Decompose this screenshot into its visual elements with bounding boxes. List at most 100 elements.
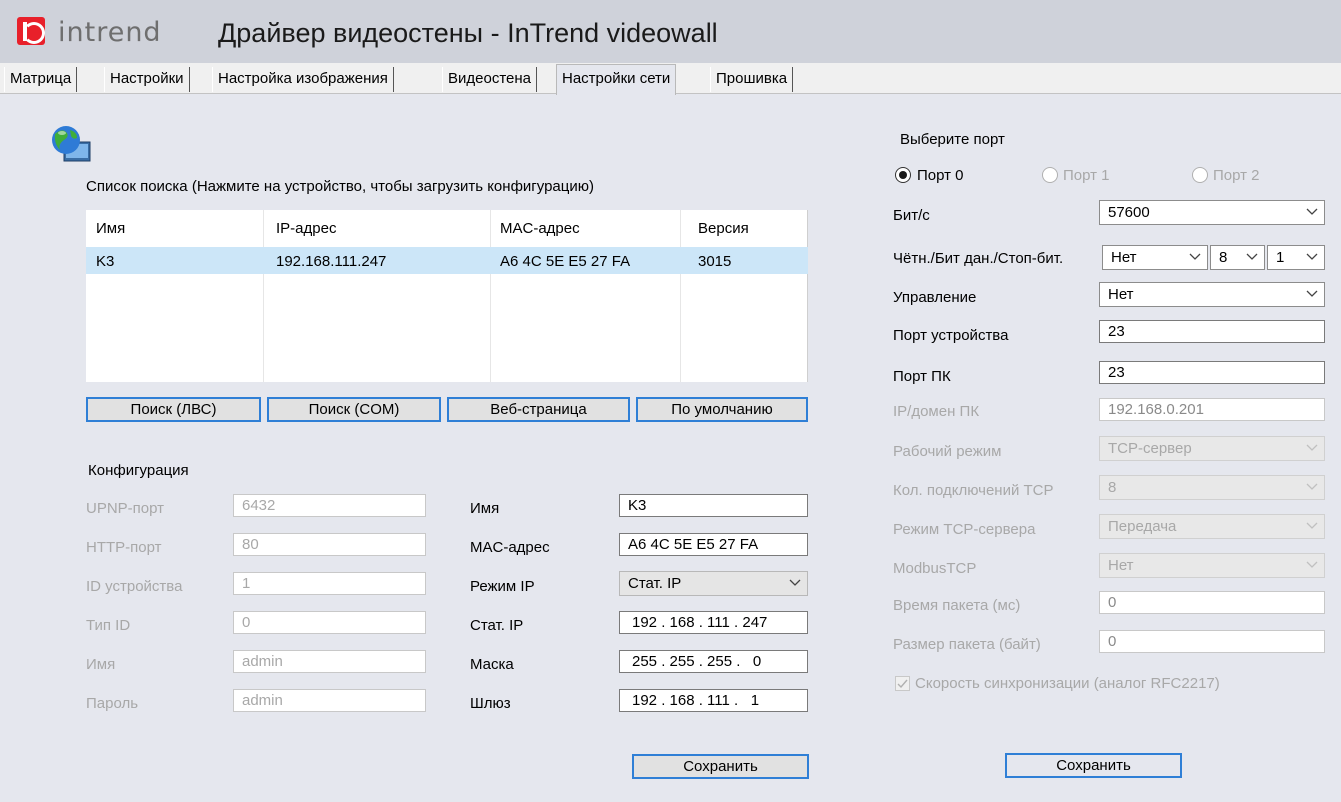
intrend-logo-icon: [17, 17, 45, 45]
column-header-version[interactable]: Версия: [698, 220, 749, 237]
parity-bits-label: Чётн./Бит дан./Стоп-бит.: [893, 250, 1064, 267]
device-port-field[interactable]: 23: [1099, 320, 1325, 343]
table-cell-name: K3: [96, 253, 115, 270]
tab-firmware[interactable]: Прошивка: [710, 67, 794, 92]
mac-address-field[interactable]: A6 4C 5E E5 27 FA: [619, 533, 808, 556]
flow-control-value: Нет: [1108, 286, 1134, 303]
ip-mode-select[interactable]: Стат. IP: [619, 571, 808, 596]
search-lan-button[interactable]: Поиск (ЛВС): [86, 397, 261, 422]
user-name-label: Имя: [86, 656, 116, 673]
tcp-connections-select[interactable]: 8: [1099, 475, 1325, 500]
port-0-label[interactable]: Порт 0: [917, 167, 964, 184]
save-network-config-button[interactable]: Сохранить: [632, 754, 809, 779]
static-ip-label: Стат. IP: [470, 617, 524, 634]
password-label: Пароль: [86, 695, 139, 712]
column-header-name[interactable]: Имя: [96, 220, 125, 237]
user-name-field[interactable]: admin: [233, 650, 426, 673]
http-port-field[interactable]: 80: [233, 533, 426, 556]
ip-mode-value: Стат. IP: [628, 575, 682, 592]
tab-bar: Матрица Настройки Настройка изображения …: [0, 63, 1341, 95]
http-port-label: HTTP-порт: [86, 539, 162, 556]
packet-size-field[interactable]: 0: [1099, 630, 1325, 653]
chevron-down-icon: [1306, 208, 1318, 216]
tab-image-settings[interactable]: Настройка изображения: [212, 67, 394, 92]
packet-time-field[interactable]: 0: [1099, 591, 1325, 614]
network-globe-icon: [52, 126, 91, 162]
port-2-radio[interactable]: [1192, 167, 1208, 183]
password-field[interactable]: admin: [233, 689, 426, 712]
tab-matrix[interactable]: Матрица: [4, 67, 78, 92]
work-mode-value: TCP-сервер: [1108, 440, 1192, 457]
port-0-radio[interactable]: [895, 167, 911, 183]
search-list-title: Список поиска (Нажмите на устройство, чт…: [86, 178, 594, 195]
checkmark-icon: [897, 679, 908, 689]
parity-value: Нет: [1111, 249, 1137, 266]
search-com-button[interactable]: Поиск (COM): [267, 397, 441, 422]
save-port-config-button[interactable]: Сохранить: [1005, 753, 1182, 778]
device-name-field[interactable]: K3: [619, 494, 808, 517]
tab-videowall[interactable]: Видеостена: [442, 67, 537, 92]
upnp-port-label: UPNP-порт: [86, 500, 165, 517]
title-bar: intrend Драйвер видеостены - InTrend vid…: [0, 0, 1341, 63]
port-1-radio[interactable]: [1042, 167, 1058, 183]
data-bits-select[interactable]: 8: [1210, 245, 1265, 270]
subnet-mask-label: Маска: [470, 656, 514, 673]
chevron-down-icon: [1306, 290, 1318, 298]
modbus-tcp-select[interactable]: Нет: [1099, 553, 1325, 578]
sync-speed-label[interactable]: Скорость синхронизации (аналог RFC2217): [915, 675, 1220, 692]
column-header-mac[interactable]: MAC-адрес: [500, 220, 580, 237]
device-name-label: Имя: [470, 500, 500, 517]
packet-size-label: Размер пакета (байт): [893, 636, 1041, 653]
config-title: Конфигурация: [88, 462, 189, 479]
pc-port-label: Порт ПК: [893, 368, 951, 385]
default-button[interactable]: По умолчанию: [636, 397, 808, 422]
subnet-mask-field[interactable]: 255 . 255 . 255 . 0: [619, 650, 808, 673]
device-id-label: ID устройства: [86, 578, 183, 595]
sync-speed-checkbox[interactable]: [895, 676, 910, 691]
port-1-label[interactable]: Порт 1: [1063, 167, 1110, 184]
packet-time-label: Время пакета (мс): [893, 597, 1021, 614]
flow-control-label: Управление: [893, 289, 977, 306]
tcp-server-mode-label: Режим TCP-сервера: [893, 521, 1036, 538]
tcp-server-mode-select[interactable]: Передача: [1099, 514, 1325, 539]
pc-ip-domain-label: IP/домен ПК: [893, 403, 980, 420]
stop-bits-value: 1: [1276, 249, 1285, 266]
tcp-connections-value: 8: [1108, 479, 1117, 496]
tcp-connections-label: Кол. подключений TCP: [893, 482, 1054, 499]
stop-bits-select[interactable]: 1: [1267, 245, 1325, 270]
work-mode-label: Рабочий режим: [893, 443, 1002, 460]
tcp-server-mode-value: Передача: [1108, 518, 1177, 535]
id-type-field[interactable]: 0: [233, 611, 426, 634]
gateway-field[interactable]: 192 . 168 . 111 . 1: [619, 689, 808, 712]
upnp-port-field[interactable]: 6432: [233, 494, 426, 517]
web-page-button[interactable]: Веб-страница: [447, 397, 630, 422]
pc-ip-domain-field[interactable]: 192.168.0.201: [1099, 398, 1325, 421]
tab-network-settings[interactable]: Настройки сети: [556, 64, 677, 95]
data-bits-value: 8: [1219, 249, 1228, 266]
parity-select[interactable]: Нет: [1102, 245, 1208, 270]
brand-name: intrend: [58, 17, 162, 48]
modbus-tcp-label: ModbusTCP: [893, 560, 977, 577]
table-cell-version: 3015: [698, 253, 732, 270]
chevron-down-icon: [1246, 253, 1258, 261]
modbus-tcp-value: Нет: [1108, 557, 1134, 574]
baud-rate-select[interactable]: 57600: [1099, 200, 1325, 225]
app-title: Драйвер видеостены - InTrend videowall: [218, 18, 718, 48]
pc-port-field[interactable]: 23: [1099, 361, 1325, 384]
gateway-label: Шлюз: [470, 695, 511, 712]
chevron-down-icon: [1306, 522, 1318, 530]
table-cell-ip: 192.168.111.247: [276, 253, 387, 270]
table-cell-mac: A6 4C 5E E5 27 FA: [500, 253, 631, 270]
baud-rate-value: 57600: [1108, 204, 1150, 221]
tab-settings[interactable]: Настройки: [104, 67, 190, 92]
mac-address-label: MAC-адрес: [470, 539, 550, 556]
flow-control-select[interactable]: Нет: [1099, 282, 1325, 307]
chevron-down-icon: [1306, 444, 1318, 452]
ip-mode-label: Режим IP: [470, 578, 535, 595]
port-2-label[interactable]: Порт 2: [1213, 167, 1260, 184]
static-ip-field[interactable]: 192 . 168 . 111 . 247: [619, 611, 808, 634]
column-header-ip[interactable]: IP-адрес: [276, 220, 336, 237]
chevron-down-icon: [1306, 483, 1318, 491]
device-id-field[interactable]: 1: [233, 572, 426, 595]
work-mode-select[interactable]: TCP-сервер: [1099, 436, 1325, 461]
